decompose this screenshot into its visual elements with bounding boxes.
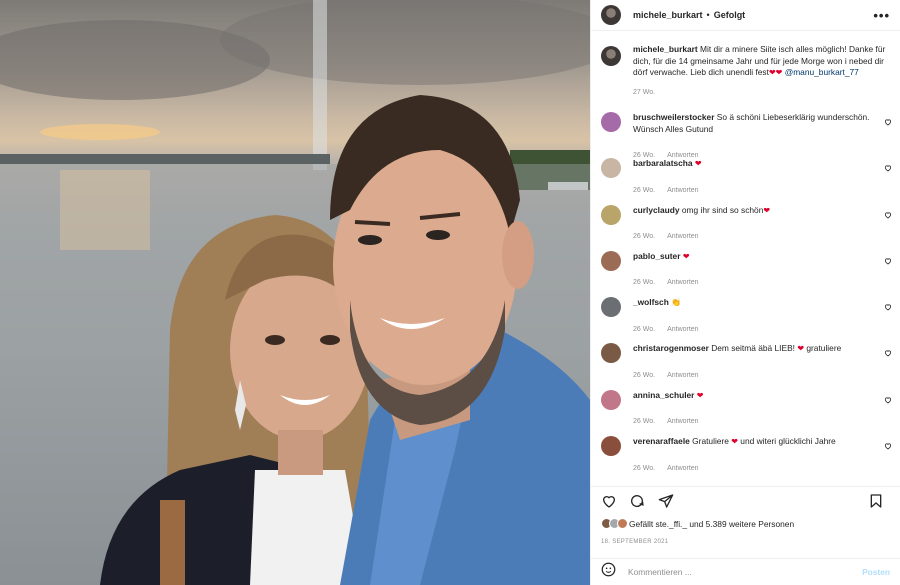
- comment-like-heart-icon[interactable]: [884, 211, 892, 221]
- reply-button[interactable]: Antworten: [667, 279, 699, 286]
- likes-text[interactable]: Gefällt ste._ffi._ und 5.389 weitere Per…: [629, 519, 794, 529]
- comment-like-heart-icon[interactable]: [884, 303, 892, 313]
- reply-button[interactable]: Antworten: [667, 418, 699, 425]
- comment-text: Dem seitmä äbä LIEB!: [711, 343, 798, 354]
- caption-mention-link[interactable]: @manu_burkart_77: [785, 67, 859, 77]
- author-avatar[interactable]: [601, 5, 621, 25]
- comment-row: annina_schuler ❤ 26 Wo. Antworten: [591, 389, 900, 436]
- commenter-avatar[interactable]: [601, 389, 621, 410]
- bookmark-icon[interactable]: [868, 493, 884, 514]
- heart-emoji-icon: ❤: [731, 437, 738, 447]
- heart-emoji-icon: ❤: [763, 205, 771, 215]
- comment-like-heart-icon[interactable]: [884, 442, 892, 452]
- emoji-picker-icon[interactable]: [601, 562, 616, 582]
- comment-row: _wolfsch 👏 26 Wo. Antworten: [591, 297, 900, 343]
- comment-row: curlyclaudy omg ihr sind so schön❤ 26 Wo.…: [591, 204, 900, 251]
- commenter-username[interactable]: annina_schuler: [633, 390, 694, 400]
- comment-composer: Kommentieren ... Posten: [591, 558, 900, 585]
- share-paper-plane-icon[interactable]: [658, 493, 674, 514]
- comment-text-continued: gratuliere: [804, 343, 842, 354]
- likes-summary[interactable]: Gefällt ste._ffi._ und 5.389 weitere Per…: [601, 518, 890, 529]
- selfie-image: [0, 0, 590, 585]
- commenter-username[interactable]: bruschweilerstocker: [633, 112, 714, 122]
- like-heart-icon[interactable]: [601, 493, 617, 514]
- liker-avatar: [617, 518, 628, 529]
- comment-input[interactable]: Kommentieren ...: [628, 567, 692, 577]
- comment-like-heart-icon[interactable]: [884, 257, 892, 267]
- commenter-username[interactable]: verenaraffaele: [633, 436, 690, 446]
- heart-emoji-icon: ❤: [682, 251, 690, 261]
- commenter-username[interactable]: christarogenmoser: [633, 343, 709, 353]
- post-photo[interactable]: [0, 0, 590, 585]
- commenter-avatar[interactable]: [601, 158, 621, 179]
- commenter-avatar[interactable]: [601, 297, 621, 318]
- commenter-avatar[interactable]: [601, 436, 621, 457]
- commenter-avatar[interactable]: [601, 343, 621, 364]
- comment-text-continued: und witeri glücklichi Jahre: [737, 436, 836, 447]
- comment-like-heart-icon[interactable]: [884, 396, 892, 406]
- comment-row: bruschweilerstocker So ä schöni Liebeser…: [591, 112, 900, 159]
- comment-text: omg ihr sind so schön: [681, 204, 764, 215]
- comment-bubble-icon[interactable]: [629, 493, 645, 514]
- commenter-avatar[interactable]: [601, 204, 621, 225]
- clap-emoji-icon: 👏: [671, 298, 682, 308]
- reply-button[interactable]: Antworten: [667, 233, 699, 240]
- comment-text: Gratuliere: [692, 436, 732, 447]
- post-sidebar: michele_burkart • Gefolgt ••• michele_bu…: [590, 0, 900, 585]
- comment-time: 26 Wo.: [633, 371, 656, 379]
- commenter-username[interactable]: pablo_suter: [633, 251, 680, 261]
- comment-time: 26 Wo.: [633, 279, 656, 287]
- comment-time: 26 Wo.: [633, 186, 656, 194]
- commenter-avatar[interactable]: [601, 112, 621, 132]
- reply-button[interactable]: Antworten: [667, 326, 699, 333]
- heart-emoji-icon: ❤: [775, 68, 783, 77]
- heart-emoji-icon: ❤: [768, 68, 776, 77]
- comment-time: 26 Wo.: [633, 464, 656, 472]
- comment-row: christarogenmoser Dem seitmä äbä LIEB! ❤…: [591, 343, 900, 389]
- comment-like-heart-icon[interactable]: [884, 164, 892, 174]
- comment-like-heart-icon[interactable]: [884, 349, 892, 359]
- comment-time: 26 Wo.: [633, 233, 656, 241]
- follow-status-button[interactable]: Gefolgt: [714, 10, 746, 20]
- post-header: michele_burkart • Gefolgt •••: [591, 0, 900, 31]
- post-actions: [591, 486, 900, 516]
- commenter-avatar[interactable]: [601, 250, 621, 271]
- heart-emoji-icon: ❤: [694, 159, 702, 169]
- reply-button[interactable]: Antworten: [667, 187, 699, 194]
- heart-emoji-icon: ❤: [696, 390, 704, 400]
- header-separator: •: [706, 10, 710, 20]
- comments-list[interactable]: michele_burkart Mit dir a minere Siite i…: [591, 44, 900, 484]
- comment-time: 26 Wo.: [633, 325, 656, 333]
- post-comment-button[interactable]: Posten: [862, 567, 890, 577]
- comment-time: 26 Wo.: [633, 418, 656, 426]
- post-date: 18. SEPTEMBER 2021: [601, 539, 669, 545]
- author-username[interactable]: michele_burkart: [633, 10, 703, 20]
- commenter-username[interactable]: barbaralatscha: [633, 158, 693, 168]
- more-options-icon[interactable]: •••: [873, 8, 890, 23]
- liker-avatars: [601, 518, 628, 529]
- comment-row: barbaralatscha ❤ 26 Wo. Antworten: [591, 158, 900, 204]
- caption-username[interactable]: michele_burkart: [633, 44, 698, 54]
- commenter-username[interactable]: _wolfsch: [633, 297, 669, 307]
- commenter-username[interactable]: curlyclaudy: [633, 205, 680, 215]
- reply-button[interactable]: Antworten: [667, 465, 699, 472]
- caption-time: 27 Wo.: [633, 88, 656, 96]
- comment-like-heart-icon[interactable]: [884, 118, 892, 128]
- reply-button[interactable]: Antworten: [667, 372, 699, 379]
- caption: michele_burkart Mit dir a minere Siite i…: [591, 44, 900, 98]
- caption-avatar[interactable]: [601, 46, 621, 66]
- comment-row: pablo_suter ❤ 26 Wo. Antworten: [591, 250, 900, 297]
- comment-row: verenaraffaele Gratuliere ❤ und witeri g…: [591, 436, 900, 482]
